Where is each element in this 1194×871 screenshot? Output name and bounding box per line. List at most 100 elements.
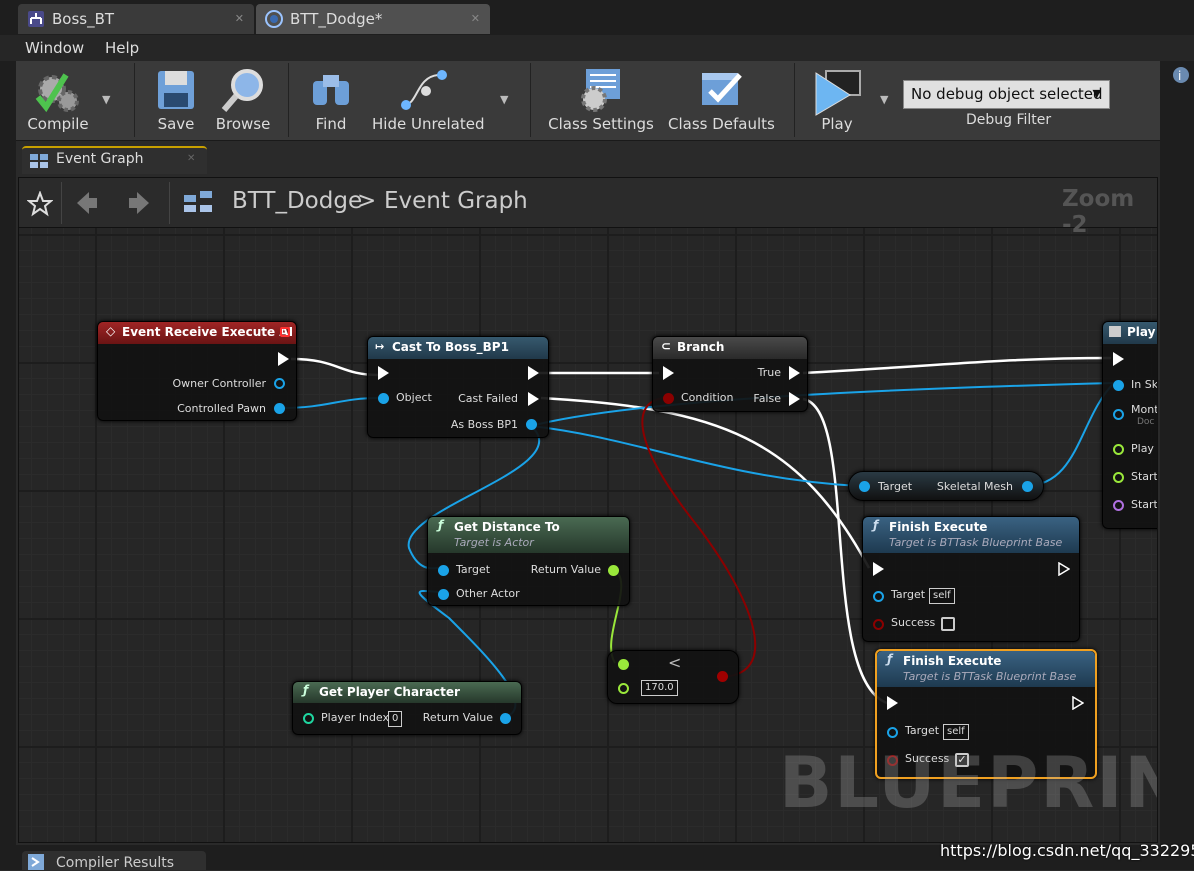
exec-in-pin[interactable] [887,696,898,710]
separator [134,63,135,137]
branch-icon: ⊂ [661,339,672,353]
success-checkbox[interactable] [941,617,955,631]
return-value-pin[interactable] [608,565,619,576]
montage-icon [1109,326,1121,337]
exec-out-pin[interactable] [1058,562,1070,576]
start-position-pin[interactable] [1113,472,1124,483]
true-exec-pin[interactable] [789,366,800,380]
target-pin[interactable] [859,481,870,492]
node-branch[interactable]: ⊂ Branch True Condition False [652,336,808,412]
player-index-pin[interactable] [303,713,314,724]
function-icon: ƒ [887,652,893,666]
close-tab-icon[interactable]: ✕ [187,153,195,164]
blueprint-watermark: BLUEPRINT [779,742,1157,824]
compile-dropdown-icon[interactable]: ▼ [102,93,110,106]
tab-compiler-results[interactable]: Compiler Results [22,851,206,871]
owner-controller-pin[interactable] [274,378,285,389]
float-a-pin[interactable] [618,659,629,670]
close-tab-icon[interactable]: ✕ [471,12,480,25]
node-cast-to-boss-bp1[interactable]: ↦ Cast To Boss_BP1 Object Cast Failed As… [367,336,549,438]
exec-out-pin[interactable] [1072,696,1084,710]
object-pin[interactable] [378,393,389,404]
condition-pin[interactable] [663,393,674,404]
class-defaults-button[interactable]: Class Defaults [668,63,775,139]
cast-icon: ↦ [375,340,385,353]
separator [530,63,531,137]
menu-window[interactable]: Window [25,39,84,57]
save-button[interactable]: Save [146,63,206,139]
exec-out-pin[interactable] [278,352,289,366]
return-value-pin[interactable] [500,713,511,724]
node-get-player-character[interactable]: ƒ Get Player Character Player Index 0 Re… [292,681,522,735]
hide-unrelated-button[interactable]: Hide Unrelated [372,63,485,139]
compile-button[interactable]: Compile [22,63,94,139]
exec-in-pin[interactable] [873,562,884,576]
event-graph-canvas[interactable]: BTT_Dodge > Event Graph Zoom -2 ◇ Event … [18,177,1158,843]
play-dropdown-icon[interactable]: ▼ [880,93,888,106]
toolbar: Compile ▼ Save Browse Find Hide Unrelate… [16,61,1160,141]
svg-text:i: i [1178,69,1181,83]
node-get-skeletal-mesh[interactable]: Target Skeletal Mesh [848,471,1044,501]
select-arrow-icon: ▼ [1092,87,1101,100]
false-exec-pin[interactable] [789,392,800,406]
class-settings-button[interactable]: Class Settings [548,63,654,139]
separator [288,63,289,137]
as-boss-bp1-pin[interactable] [526,419,537,430]
montage-pin[interactable] [1113,409,1124,420]
exec-in-pin[interactable] [378,366,389,380]
exec-in-pin[interactable] [663,366,674,380]
function-icon: ƒ [438,518,444,532]
class-settings-icon [581,69,620,112]
menu-help[interactable]: Help [105,39,139,57]
controlled-pawn-pin[interactable] [274,403,285,414]
node-finish-execute-1[interactable]: ƒ Finish Execute Target is BTTask Bluepr… [862,516,1080,642]
delegate-pin-icon[interactable] [280,327,290,337]
tab-event-graph[interactable]: Event Graph ✕ [22,146,207,174]
compare-value-field[interactable]: 170.0 [641,680,678,696]
node-event-receive-execute-ai[interactable]: ◇ Event Receive Execute AI Owner Control… [97,321,297,421]
play-button[interactable]: Play [806,63,868,139]
skeletal-mesh-pin[interactable] [1022,481,1033,492]
right-panel-strip: i [1160,61,1194,870]
in-skeletal-mesh-pin[interactable] [1113,380,1124,391]
event-diamond-icon: ◇ [106,324,116,338]
hide-unrelated-icon [401,70,447,110]
tab-boss-bt[interactable]: Boss_BT ✕ [18,4,254,34]
find-button[interactable]: Find [300,63,362,139]
close-tab-icon[interactable]: ✕ [235,12,244,25]
target-pin[interactable] [887,727,898,738]
credit-watermark: https://blog.csdn.net/qq_33229537 [940,841,1194,860]
separator [794,63,795,137]
hide-unrelated-dropdown-icon[interactable]: ▼ [500,93,508,106]
node-play-montage[interactable]: Play In Sk Mont Doc Play Start Start [1102,321,1157,529]
node-less-than-compare[interactable]: < 170.0 [607,650,739,704]
start-section-pin[interactable] [1113,500,1124,511]
player-index-field[interactable]: 0 [388,711,403,727]
float-b-pin[interactable] [618,683,629,694]
play-rate-pin[interactable] [1113,444,1124,455]
function-icon: ƒ [873,518,879,532]
target-self-field[interactable]: self [943,724,969,740]
debug-filter-label: Debug Filter [966,112,1052,128]
success-pin[interactable] [873,619,884,630]
cast-failed-pin[interactable] [528,392,539,406]
exec-in-pin[interactable] [1113,352,1124,366]
compiler-results-icon [28,854,44,870]
other-actor-pin[interactable] [438,589,449,600]
save-disk-icon [158,71,194,109]
bool-result-pin[interactable] [717,671,728,682]
compile-gear-check-icon [35,73,79,113]
binoculars-icon [313,75,349,105]
exec-out-pin[interactable] [528,366,539,380]
node-get-distance-to[interactable]: ƒ Get Distance To Target is Actor Target… [427,516,630,606]
browse-button[interactable]: Browse [212,63,274,139]
info-icon[interactable]: i [1172,66,1190,84]
target-pin[interactable] [438,565,449,576]
tab-btt-dodge[interactable]: BTT_Dodge* ✕ [256,4,490,34]
menu-bar: Window Help [0,35,1194,61]
debug-object-select[interactable]: No debug object selected ▼ [903,80,1110,109]
target-pin[interactable] [873,591,884,602]
magnifier-icon [221,69,263,112]
blueprint-task-icon [265,10,283,28]
target-self-field[interactable]: self [929,588,955,604]
